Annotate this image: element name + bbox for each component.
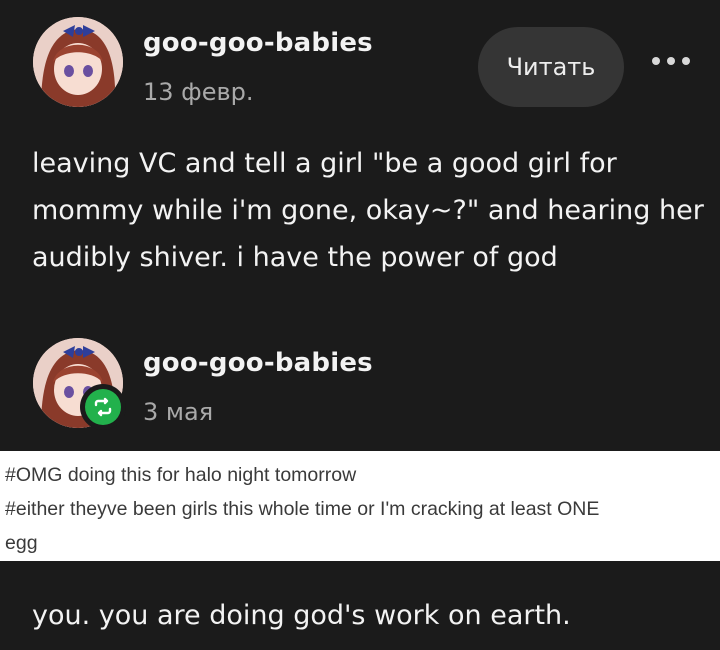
post-author[interactable]: goo-goo-babies — [143, 28, 373, 58]
post-body: leaving VC and tell a girl "be a good gi… — [32, 148, 704, 273]
tag-line[interactable]: #either theyve been girls this whole tim… — [5, 498, 599, 521]
follow-button[interactable]: Читать — [478, 27, 624, 107]
avatar[interactable] — [33, 17, 123, 107]
reblog-icon — [94, 397, 112, 417]
reblog-author[interactable]: goo-goo-babies — [143, 348, 373, 378]
tag-line[interactable]: egg — [5, 532, 38, 555]
reblog-body: you. you are doing god's work on earth. — [32, 600, 571, 631]
avatar-image — [33, 17, 123, 107]
more-dots-icon[interactable] — [652, 54, 690, 68]
post-date: 13 февр. — [143, 78, 254, 106]
tags-box: #OMG doing this for halo night tomorrow … — [0, 451, 720, 561]
reblog-badge — [80, 384, 126, 430]
reblog-date: 3 мая — [143, 398, 214, 426]
tag-line[interactable]: #OMG doing this for halo night tomorrow — [5, 464, 356, 487]
